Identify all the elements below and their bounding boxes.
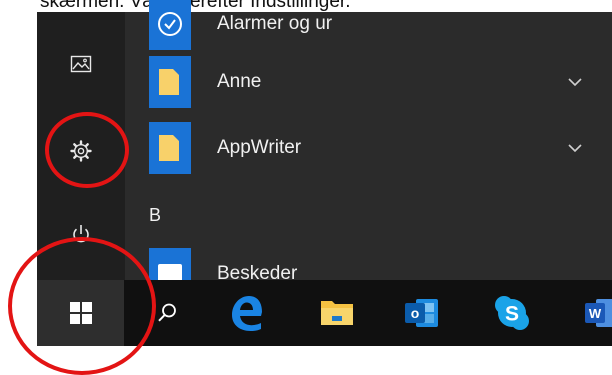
outlook-icon: o [405,299,438,327]
folder-icon [149,56,191,108]
skype-icon: S [495,296,529,330]
start-highlight-circle [8,237,156,375]
section-letter-b[interactable]: B [149,205,161,226]
chevron-down-icon[interactable] [567,77,583,87]
word-icon: W [585,299,612,327]
svg-text:o: o [411,305,420,321]
app-item-appwriter[interactable]: AppWriter [149,122,589,174]
word-button[interactable]: W [572,280,612,346]
folder-icon [149,122,191,174]
app-label: AppWriter [217,137,302,158]
settings-highlight-circle [45,112,129,188]
edge-icon [232,296,262,331]
svg-text:W: W [589,306,602,321]
edge-button[interactable] [217,280,277,346]
folder-icon [321,301,353,325]
outlook-button[interactable]: o [392,280,452,346]
app-label: Alarmer og ur [217,13,333,34]
search-icon [158,303,176,322]
chevron-down-icon[interactable] [567,143,583,153]
app-item-anne[interactable]: Anne [149,56,589,108]
clock-icon [149,0,191,50]
image-icon [70,55,92,73]
pictures-button[interactable] [37,42,125,86]
app-label: Anne [217,71,262,92]
app-item-alarms[interactable]: Alarmer og ur [149,0,589,50]
skype-button[interactable]: S [482,280,542,346]
file-explorer-button[interactable] [307,280,367,346]
svg-text:S: S [505,303,519,326]
